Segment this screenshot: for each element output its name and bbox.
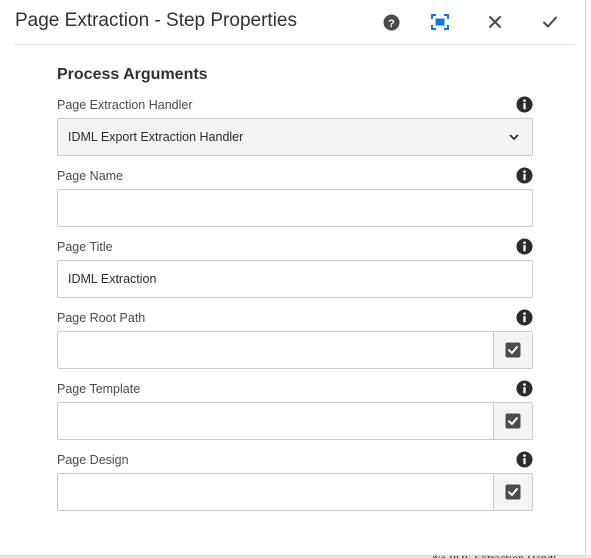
help-icon: ?: [382, 13, 400, 31]
select-value: IDML Export Extraction Handler: [68, 130, 244, 144]
page-design-field: [57, 473, 533, 511]
page-design-input[interactable]: [58, 474, 494, 510]
page-template-picker-button[interactable]: [493, 403, 532, 439]
field-label: Page Name: [57, 169, 124, 183]
page-name-field: [57, 189, 533, 227]
select-checkbox-icon: [505, 413, 521, 429]
chevron-down-icon: [509, 134, 519, 140]
dialog-title: Page Extraction - Step Properties: [15, 10, 297, 31]
help-button[interactable]: ?: [380, 11, 402, 33]
field-page-title: Page Title: [57, 238, 533, 311]
done-button[interactable]: [539, 11, 561, 33]
close-icon: [489, 16, 501, 28]
page-design-picker-button[interactable]: [493, 474, 532, 510]
info-icon[interactable]: [516, 309, 533, 326]
close-button[interactable]: [484, 11, 506, 33]
page: Ne PDF Extraction Handl Page Extraction …: [0, 0, 591, 558]
checkmark-icon: [543, 16, 557, 28]
dialog-header: Page Extraction - Step Properties ?: [15, 0, 575, 45]
page-root-path-picker-button[interactable]: [493, 332, 532, 368]
field-page-name: Page Name: [57, 167, 533, 240]
field-page-template: Page Template: [57, 380, 533, 453]
page-extraction-handler-select[interactable]: IDML Export Extraction Handler: [57, 118, 533, 156]
field-label: Page Design: [57, 453, 129, 467]
field-page-design: Page Design: [57, 451, 533, 524]
section-title: Process Arguments: [57, 66, 208, 83]
field-label: Page Template: [57, 382, 141, 396]
step-properties-dialog: Page Extraction - Step Properties ? Proc…: [0, 0, 586, 556]
select-checkbox-icon: [505, 484, 521, 500]
select-checkbox-icon: [505, 342, 521, 358]
field-label: Page Title: [57, 240, 113, 254]
field-label: Page Extraction Handler: [57, 98, 193, 112]
page-name-input[interactable]: [58, 190, 532, 226]
field-page-root-path: Page Root Path: [57, 309, 533, 382]
fullscreen-icon: [431, 14, 449, 30]
page-title-input[interactable]: [58, 261, 532, 297]
dialog-content: Process Arguments Page Extraction Handle…: [57, 60, 533, 524]
page-title-field: [57, 260, 533, 298]
page-root-path-input[interactable]: [58, 332, 494, 368]
svg-text:?: ?: [388, 17, 395, 29]
info-icon[interactable]: [516, 238, 533, 255]
field-label: Page Root Path: [57, 311, 146, 325]
field-page-extraction-handler: Page Extraction Handler IDML Export Extr…: [57, 96, 533, 169]
fullscreen-button[interactable]: [429, 11, 451, 33]
info-icon[interactable]: [516, 96, 533, 113]
info-icon[interactable]: [516, 451, 533, 468]
page-root-path-field: [57, 331, 533, 369]
info-icon[interactable]: [516, 380, 533, 397]
page-template-input[interactable]: [58, 403, 494, 439]
info-icon[interactable]: [516, 167, 533, 184]
page-template-field: [57, 402, 533, 440]
